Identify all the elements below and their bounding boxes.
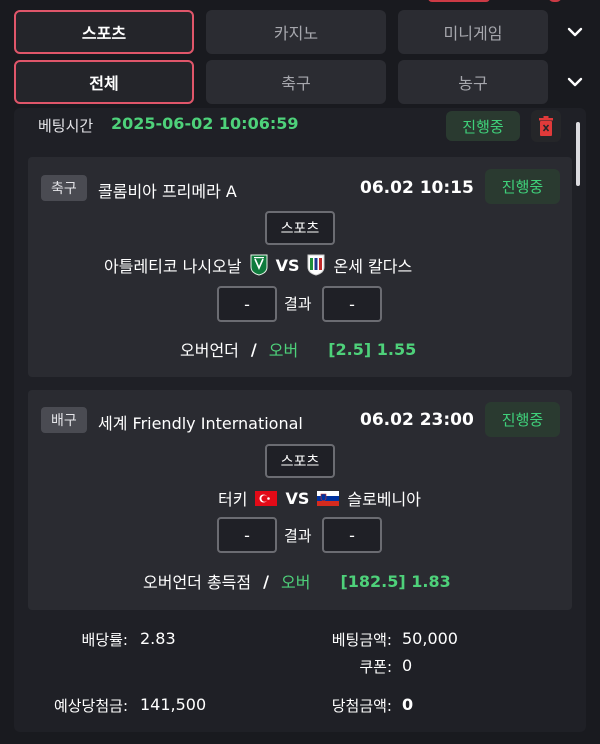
coupon-label: 쿠폰:: [359, 658, 392, 676]
tab-all[interactable]: 전체: [14, 60, 194, 104]
game-status-badge: 진행중: [485, 402, 560, 437]
odds: [2.5] 1.55: [328, 339, 417, 359]
category-tabs: 스포츠 카지노 미니게임: [14, 10, 590, 54]
tab-minigame[interactable]: 미니게임: [398, 10, 548, 54]
bet-time-value: 2025-06-02 10:06:59: [111, 114, 299, 133]
market-name: 오버언더 총득점: [143, 573, 252, 592]
filter-tabs: 전체 축구 농구: [14, 60, 590, 104]
league-name: 세계 Friendly International: [98, 414, 303, 433]
home-score: -: [217, 517, 277, 553]
bet-amount-value: 50,000: [402, 629, 458, 648]
bet-time-label: 베팅시간: [38, 117, 94, 135]
result-label: 결과: [284, 527, 312, 545]
expected-win-value: 141,500: [140, 695, 207, 714]
chevron-down-icon[interactable]: [560, 10, 590, 54]
game-time: 06.02 23:00: [360, 410, 474, 430]
market-line: 오버언더 총득점 / 오버 [182.5] 1.83: [143, 569, 451, 593]
trash-icon: [539, 116, 553, 136]
delete-button[interactable]: [531, 110, 561, 142]
tab-sports[interactable]: 스포츠: [14, 10, 194, 54]
scrollbar[interactable]: [576, 122, 580, 186]
tab-casino[interactable]: 카지노: [206, 10, 386, 54]
bet-amount-label: 베팅금액:: [331, 631, 392, 649]
win-amount-label: 당첨금액:: [331, 697, 392, 715]
home-score: -: [217, 286, 277, 322]
sport-badge: 배구: [41, 407, 87, 433]
game-status-badge: 진행중: [485, 169, 560, 204]
team-crest-icon: [250, 254, 268, 276]
tab-soccer[interactable]: 축구: [206, 60, 386, 104]
team-crest-icon: [307, 254, 325, 276]
market-line: 오버언더 / 오버 [2.5] 1.55: [180, 337, 416, 361]
chevron-down-icon[interactable]: [560, 60, 590, 104]
top-partial-button[interactable]: [428, 0, 490, 2]
match-teams: 터키 VS 슬로베니아: [218, 486, 421, 510]
pick: 오버: [268, 341, 299, 360]
vs-label: VS: [285, 488, 310, 508]
type-tag: 스포츠: [265, 444, 335, 478]
away-score: -: [322, 517, 382, 553]
vs-label: VS: [275, 255, 300, 275]
odds-label: 배당률:: [81, 631, 128, 649]
bet-status-badge: 진행중: [446, 111, 520, 141]
separator: /: [263, 571, 269, 591]
win-amount-value: 0: [402, 695, 414, 714]
match-teams: 아틀레티코 나시오날 VS 온세 칼다스: [104, 253, 412, 277]
game-time: 06.02 10:15: [360, 178, 474, 198]
turkey-flag-icon: [255, 490, 278, 506]
pick: 오버: [280, 573, 311, 592]
home-team: 아틀레티코 나시오날: [104, 257, 242, 276]
league-name: 콜롬비아 프리메라 A: [98, 182, 237, 201]
sport-badge: 축구: [41, 175, 87, 201]
home-team: 터키: [218, 490, 248, 509]
odds-value: 2.83: [140, 629, 176, 648]
type-tag: 스포츠: [265, 211, 335, 245]
odds: [182.5] 1.83: [340, 571, 451, 591]
market-name: 오버언더: [180, 341, 239, 360]
away-team: 슬로베니아: [347, 490, 421, 509]
away-score: -: [322, 286, 382, 322]
separator: /: [250, 339, 257, 359]
expected-win-label: 예상당첨금:: [53, 697, 128, 715]
coupon-value: 0: [402, 656, 413, 675]
away-team: 온세 칼다스: [333, 257, 413, 276]
slovenia-flag-icon: [317, 490, 340, 506]
result-label: 결과: [284, 295, 312, 313]
top-partial-badge: [548, 0, 562, 2]
tab-basketball[interactable]: 농구: [398, 60, 548, 104]
